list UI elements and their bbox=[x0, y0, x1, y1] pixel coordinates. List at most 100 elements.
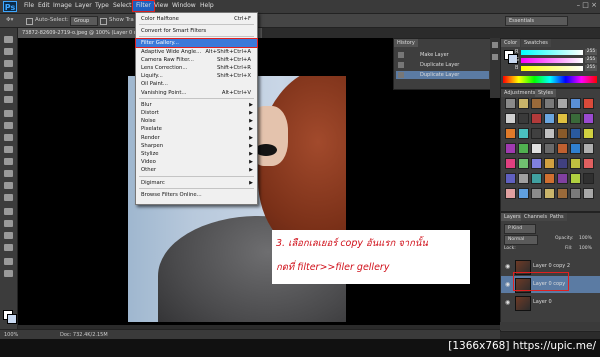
style-swatch[interactable] bbox=[544, 173, 555, 184]
style-swatch[interactable] bbox=[557, 98, 568, 109]
menu-item-liquify[interactable]: Liquify... Shift+Ctrl+X bbox=[136, 72, 257, 80]
style-swatch[interactable] bbox=[505, 158, 516, 169]
history-row[interactable]: Duplicate Layer bbox=[396, 61, 489, 69]
style-swatch[interactable] bbox=[505, 173, 516, 184]
fill-value[interactable]: 100% bbox=[579, 246, 592, 251]
style-swatch[interactable] bbox=[505, 128, 516, 139]
menu-item-oil-paint[interactable]: Oil Paint... bbox=[136, 80, 257, 88]
layer-row[interactable]: ◉ Layer 0 bbox=[501, 294, 600, 311]
style-swatch[interactable] bbox=[583, 128, 594, 139]
history-panel-icon[interactable] bbox=[492, 42, 498, 48]
clone-stamp-tool-icon[interactable] bbox=[4, 134, 13, 141]
menu-item-sharpen[interactable]: Sharpen ▶ bbox=[136, 142, 257, 150]
path-selection-tool-icon[interactable] bbox=[4, 232, 13, 239]
rectangle-tool-icon[interactable] bbox=[4, 244, 13, 251]
blue-slider[interactable] bbox=[521, 66, 583, 71]
menu-item-filter-gallery[interactable]: Filter Gallery... bbox=[135, 38, 258, 49]
auto-select-dropdown[interactable]: Group bbox=[70, 16, 98, 26]
workspace-dropdown[interactable]: Essentials bbox=[505, 16, 568, 26]
tab-swatches[interactable]: Swatches bbox=[521, 39, 551, 47]
layers-panel-toolbar[interactable] bbox=[500, 322, 600, 330]
menu-item-browse-filters-online[interactable]: Browse Filters Online... bbox=[136, 191, 257, 199]
style-swatch[interactable] bbox=[557, 158, 568, 169]
menu-edit[interactable]: Edit bbox=[38, 2, 50, 9]
style-swatch[interactable] bbox=[557, 173, 568, 184]
history-row[interactable]: Make Layer bbox=[396, 51, 489, 59]
style-swatch[interactable] bbox=[505, 98, 516, 109]
style-swatch[interactable] bbox=[570, 173, 581, 184]
blend-mode-dropdown[interactable]: Normal bbox=[504, 235, 538, 245]
menu-filter[interactable]: Filter bbox=[132, 0, 155, 12]
menu-type[interactable]: Type bbox=[95, 2, 109, 9]
menu-item-color-halftone[interactable]: Color Halftone Ctrl+F bbox=[136, 15, 257, 23]
style-swatch[interactable] bbox=[518, 173, 529, 184]
style-swatch[interactable] bbox=[544, 98, 555, 109]
style-swatch[interactable] bbox=[518, 158, 529, 169]
tab-color[interactable]: Color bbox=[501, 39, 521, 47]
menu-item-other[interactable]: Other ▶ bbox=[136, 166, 257, 174]
style-swatch[interactable] bbox=[505, 113, 516, 124]
style-swatch[interactable] bbox=[544, 113, 555, 124]
style-swatch[interactable] bbox=[518, 188, 529, 199]
menu-select[interactable]: Select bbox=[113, 2, 132, 9]
auto-select-checkbox[interactable] bbox=[26, 18, 33, 25]
window-controls[interactable]: – □ × bbox=[577, 1, 597, 9]
tab-styles[interactable]: Styles bbox=[535, 89, 557, 97]
background-color-swatch[interactable] bbox=[7, 314, 17, 324]
tab-channels[interactable]: Channels bbox=[521, 213, 551, 221]
pen-tool-icon[interactable] bbox=[4, 208, 13, 215]
menu-item-adaptive-wide-angle[interactable]: Adaptive Wide Angle... Alt+Shift+Ctrl+A bbox=[136, 48, 257, 56]
menu-item-convert-for-smart-filters[interactable]: Convert for Smart Filters bbox=[136, 27, 257, 35]
gradient-tool-icon[interactable] bbox=[4, 170, 13, 177]
opacity-value[interactable]: 100% bbox=[579, 236, 592, 241]
menu-window[interactable]: Window bbox=[172, 2, 196, 9]
eraser-tool-icon[interactable] bbox=[4, 158, 13, 165]
style-swatch[interactable] bbox=[570, 113, 581, 124]
style-swatch[interactable] bbox=[583, 98, 594, 109]
style-swatch[interactable] bbox=[557, 113, 568, 124]
style-swatch[interactable] bbox=[531, 158, 542, 169]
style-swatch[interactable] bbox=[570, 188, 581, 199]
history-brush-tool-icon[interactable] bbox=[4, 146, 13, 153]
crop-tool-icon[interactable] bbox=[4, 84, 13, 91]
menu-help[interactable]: Help bbox=[200, 2, 214, 9]
tab-history[interactable]: History bbox=[394, 39, 418, 47]
style-swatch[interactable] bbox=[570, 98, 581, 109]
style-swatch[interactable] bbox=[544, 188, 555, 199]
move-tool-icon[interactable] bbox=[4, 36, 13, 43]
green-slider[interactable] bbox=[521, 58, 583, 63]
style-swatch[interactable] bbox=[531, 188, 542, 199]
style-swatch[interactable] bbox=[583, 143, 594, 154]
dodge-tool-icon[interactable] bbox=[4, 194, 13, 201]
eye-icon[interactable]: ◉ bbox=[505, 299, 510, 306]
menu-file[interactable]: File bbox=[24, 2, 34, 9]
style-swatch[interactable] bbox=[531, 113, 542, 124]
style-swatch[interactable] bbox=[570, 128, 581, 139]
style-swatch[interactable] bbox=[583, 113, 594, 124]
style-swatch[interactable] bbox=[544, 158, 555, 169]
menu-image[interactable]: Image bbox=[53, 2, 72, 9]
history-row-current[interactable]: Duplicate Layer bbox=[396, 71, 489, 79]
show-transform-checkbox[interactable] bbox=[100, 18, 107, 25]
tab-paths[interactable]: Paths bbox=[547, 213, 567, 221]
style-swatch[interactable] bbox=[531, 98, 542, 109]
menu-item-noise[interactable]: Noise ▶ bbox=[136, 117, 257, 125]
zoom-tool-icon[interactable] bbox=[4, 270, 13, 277]
eye-icon[interactable]: ◉ bbox=[505, 281, 510, 288]
style-swatch[interactable] bbox=[583, 188, 594, 199]
type-tool-icon[interactable] bbox=[4, 220, 13, 227]
menu-item-video[interactable]: Video ▶ bbox=[136, 158, 257, 166]
healing-brush-tool-icon[interactable] bbox=[4, 110, 13, 117]
menu-item-lens-correction[interactable]: Lens Correction... Shift+Ctrl+R bbox=[136, 64, 257, 72]
hand-tool-icon[interactable] bbox=[4, 258, 13, 265]
eyedropper-tool-icon[interactable] bbox=[4, 96, 13, 103]
blue-value[interactable]: 255 bbox=[585, 65, 597, 71]
menu-item-digimarc[interactable]: Digimarc ▶ bbox=[136, 179, 257, 187]
style-swatch[interactable] bbox=[557, 143, 568, 154]
brush-tool-icon[interactable] bbox=[4, 122, 13, 129]
menu-item-blur[interactable]: Blur ▶ bbox=[136, 101, 257, 109]
style-swatch[interactable] bbox=[570, 158, 581, 169]
style-swatch[interactable] bbox=[518, 113, 529, 124]
menu-item-distort[interactable]: Distort ▶ bbox=[136, 109, 257, 117]
quick-select-tool-icon[interactable] bbox=[4, 72, 13, 79]
